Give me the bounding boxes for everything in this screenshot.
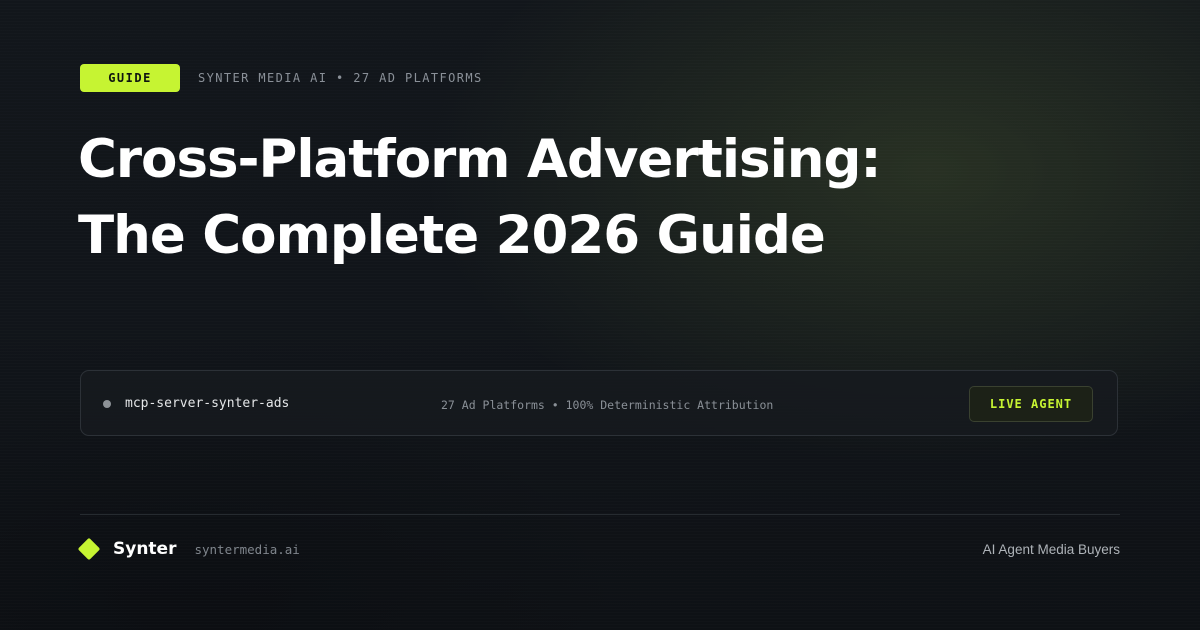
header-row: GUIDE SYNTER MEDIA AI • 27 AD PLATFORMS (80, 64, 483, 92)
domain-link[interactable]: syntermedia.ai (194, 542, 299, 557)
title-line-2: The Complete 2026 Guide (78, 205, 826, 266)
title-line-1: Cross-Platform Advertising: (78, 129, 882, 190)
footer-divider (80, 514, 1120, 515)
server-name: mcp-server-synter-ads (125, 396, 290, 411)
agent-panel: mcp-server-synter-ads 27 Ad Platforms • … (80, 370, 1118, 436)
footer-brand: Synter syntermedia.ai (77, 536, 300, 562)
header-meta-text: SYNTER MEDIA AI • 27 AD PLATFORMS (198, 71, 483, 85)
tagline: AI Agent Media Buyers (982, 542, 1120, 557)
brand-name: Synter (113, 539, 177, 559)
live-agent-button[interactable]: LIVE AGENT (969, 386, 1093, 422)
status-dot-icon (103, 400, 111, 408)
server-info: 27 Ad Platforms • 100% Deterministic Att… (441, 398, 774, 412)
guide-badge: GUIDE (80, 64, 180, 92)
diamond-icon (77, 537, 101, 561)
page-title: Cross-Platform Advertising: The Complete… (78, 122, 882, 274)
